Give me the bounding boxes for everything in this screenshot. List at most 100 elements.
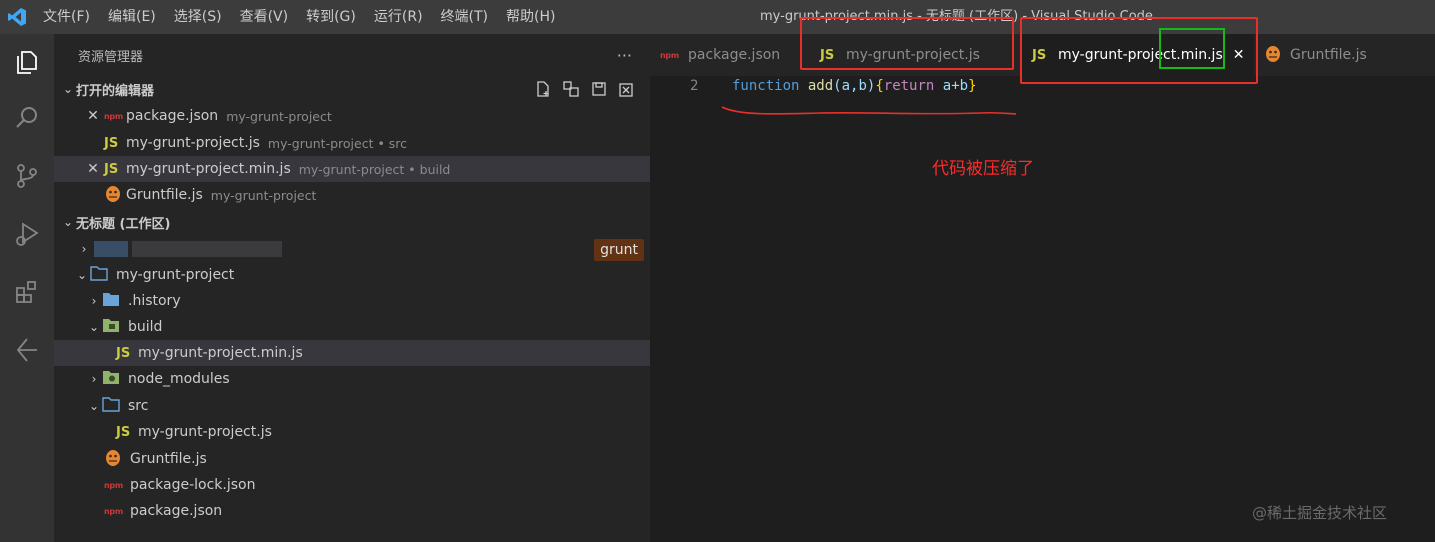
close-icon[interactable]: ✕ bbox=[86, 108, 100, 124]
code-return: return bbox=[883, 78, 935, 94]
open-editor-name: my-grunt-project.min.js bbox=[126, 161, 291, 177]
explorer-icon[interactable] bbox=[9, 44, 45, 80]
tree-item-blurred[interactable]: › grunt bbox=[54, 236, 650, 262]
grunt-icon bbox=[104, 183, 126, 207]
vscode-logo-icon bbox=[0, 0, 34, 34]
open-editor-name: package.json bbox=[126, 108, 219, 124]
menu-run[interactable]: 运行(R) bbox=[365, 0, 432, 34]
tab-label: package.json bbox=[688, 47, 781, 63]
grunt-badge: grunt bbox=[594, 239, 644, 261]
annotation-box-source-tab bbox=[800, 17, 1014, 70]
close-all-icon[interactable] bbox=[618, 80, 636, 98]
tree-item-file[interactable]: JS my-grunt-project.js bbox=[54, 419, 650, 445]
explorer-sidebar: 资源管理器 ··· ⌄ 打开的编辑器 ✕ npm package.json my… bbox=[54, 34, 650, 542]
tree-item-label: package.json bbox=[130, 503, 223, 519]
code-brace-open: { bbox=[875, 78, 884, 94]
menu-help[interactable]: 帮助(H) bbox=[497, 0, 564, 34]
explorer-title: 资源管理器 bbox=[78, 49, 144, 65]
menu-terminal[interactable]: 终端(T) bbox=[432, 0, 497, 34]
workspace-header[interactable]: ⌄ 无标题 (工作区) bbox=[54, 210, 650, 234]
js-icon: JS bbox=[116, 424, 131, 440]
tree-item-folder[interactable]: › node_modules bbox=[54, 366, 650, 392]
chevron-down-icon: ⌄ bbox=[88, 399, 100, 413]
new-folder-icon[interactable] bbox=[562, 80, 580, 98]
open-editor-desc: my-grunt-project • build bbox=[298, 161, 451, 177]
tree-item-folder[interactable]: ⌄ my-grunt-project bbox=[54, 262, 650, 288]
chevron-right-icon: › bbox=[81, 242, 87, 256]
activity-bar bbox=[0, 34, 54, 542]
js-icon: JS bbox=[116, 345, 131, 361]
chevron-right-icon: › bbox=[91, 372, 97, 386]
code-brace-close: } bbox=[968, 78, 977, 94]
open-editor-item[interactable]: ✕ npm package.json my-grunt-project bbox=[54, 103, 650, 129]
menu-edit[interactable]: 编辑(E) bbox=[99, 0, 165, 34]
tree-item-file[interactable]: Gruntfile.js bbox=[54, 446, 650, 472]
open-editor-name: Gruntfile.js bbox=[126, 187, 203, 203]
tree-item-label: my-grunt-project.js bbox=[138, 424, 272, 440]
workspace-label: 无标题 (工作区) bbox=[76, 216, 171, 232]
tree-item-label: node_modules bbox=[128, 371, 230, 387]
code-editor[interactable]: 2 function add(a,b){return a+b} 代码被压缩了 bbox=[650, 76, 1435, 542]
run-debug-icon[interactable] bbox=[9, 216, 45, 252]
tab-gruntfile-js[interactable]: Gruntfile.js bbox=[1254, 34, 1404, 76]
open-editors-label: 打开的编辑器 bbox=[76, 83, 155, 99]
menu-view[interactable]: 查看(V) bbox=[231, 0, 298, 34]
open-editor-item[interactable]: ✕ JS my-grunt-project.min.js my-grunt-pr… bbox=[54, 156, 650, 182]
folder-build-icon bbox=[102, 318, 128, 337]
tree-item-folder[interactable]: ⌄ build bbox=[54, 314, 650, 340]
npm-icon: npm bbox=[660, 50, 679, 60]
open-editor-item[interactable]: JS my-grunt-project.js my-grunt-project … bbox=[54, 130, 650, 156]
menu-bar: 文件(F) 编辑(E) 选择(S) 查看(V) 转到(G) 运行(R) 终端(T… bbox=[34, 0, 564, 34]
code-function-name: add bbox=[807, 78, 834, 94]
menu-file[interactable]: 文件(F) bbox=[34, 0, 99, 34]
tree-item-label: package-lock.json bbox=[130, 477, 256, 493]
more-actions-button[interactable]: ··· bbox=[617, 46, 632, 65]
open-editor-desc: my-grunt-project bbox=[210, 187, 317, 203]
chevron-right-icon: › bbox=[91, 294, 97, 308]
source-control-icon[interactable] bbox=[9, 158, 45, 194]
git-graph-icon[interactable] bbox=[9, 332, 45, 368]
code-expression: a+b bbox=[934, 78, 969, 94]
open-editor-name: my-grunt-project.js bbox=[126, 135, 260, 151]
watermark: @稀土掘金技术社区 bbox=[1252, 504, 1388, 522]
menu-go[interactable]: 转到(G) bbox=[297, 0, 365, 34]
js-icon: JS bbox=[104, 135, 119, 151]
tree-item-file[interactable]: npm package.json bbox=[54, 498, 650, 524]
code-params: (a,b) bbox=[833, 78, 876, 94]
folder-icon bbox=[102, 292, 128, 311]
folder-src-icon bbox=[102, 396, 128, 416]
js-icon: JS bbox=[104, 161, 119, 177]
grunt-icon bbox=[1264, 43, 1290, 67]
tree-item-file[interactable]: JS my-grunt-project.min.js bbox=[54, 340, 650, 366]
open-editor-item[interactable]: Gruntfile.js my-grunt-project bbox=[54, 182, 650, 208]
tree-item-label: build bbox=[128, 319, 163, 335]
chevron-down-icon: ⌄ bbox=[76, 268, 88, 282]
close-icon[interactable]: ✕ bbox=[86, 161, 100, 177]
chevron-down-icon: ⌄ bbox=[62, 82, 74, 96]
annotation-box-min-suffix bbox=[1159, 28, 1225, 69]
save-all-icon[interactable] bbox=[590, 80, 608, 98]
search-icon[interactable] bbox=[9, 100, 45, 136]
menu-selection[interactable]: 选择(S) bbox=[165, 0, 231, 34]
tree-item-folder[interactable]: ⌄ src bbox=[54, 393, 650, 419]
tree-item-label: my-grunt-project bbox=[116, 267, 235, 283]
chevron-down-icon: ⌄ bbox=[62, 215, 74, 229]
new-file-icon[interactable] bbox=[534, 80, 552, 98]
blurred-label bbox=[132, 241, 282, 257]
code-line[interactable]: function add(a,b){return a+b} bbox=[732, 78, 977, 94]
tree-item-file[interactable]: npm package-lock.json bbox=[54, 472, 650, 498]
open-editor-desc: my-grunt-project • src bbox=[267, 135, 408, 151]
tree-item-label: .history bbox=[128, 293, 181, 309]
tree-item-folder[interactable]: › .history bbox=[54, 288, 650, 314]
line-number: 2 bbox=[690, 78, 699, 94]
npm-icon: npm bbox=[104, 111, 123, 121]
extensions-icon[interactable] bbox=[9, 274, 45, 310]
npm-icon: npm bbox=[104, 480, 123, 490]
open-editors-header[interactable]: ⌄ 打开的编辑器 bbox=[54, 77, 650, 101]
code-keyword: function bbox=[732, 78, 800, 94]
tree-item-label: my-grunt-project.min.js bbox=[138, 345, 303, 361]
grunt-icon bbox=[104, 447, 130, 471]
tab-package-json[interactable]: npm package.json bbox=[650, 34, 800, 76]
annotation-text: 代码被压缩了 bbox=[932, 159, 1034, 179]
tree-item-label: Gruntfile.js bbox=[130, 451, 207, 467]
